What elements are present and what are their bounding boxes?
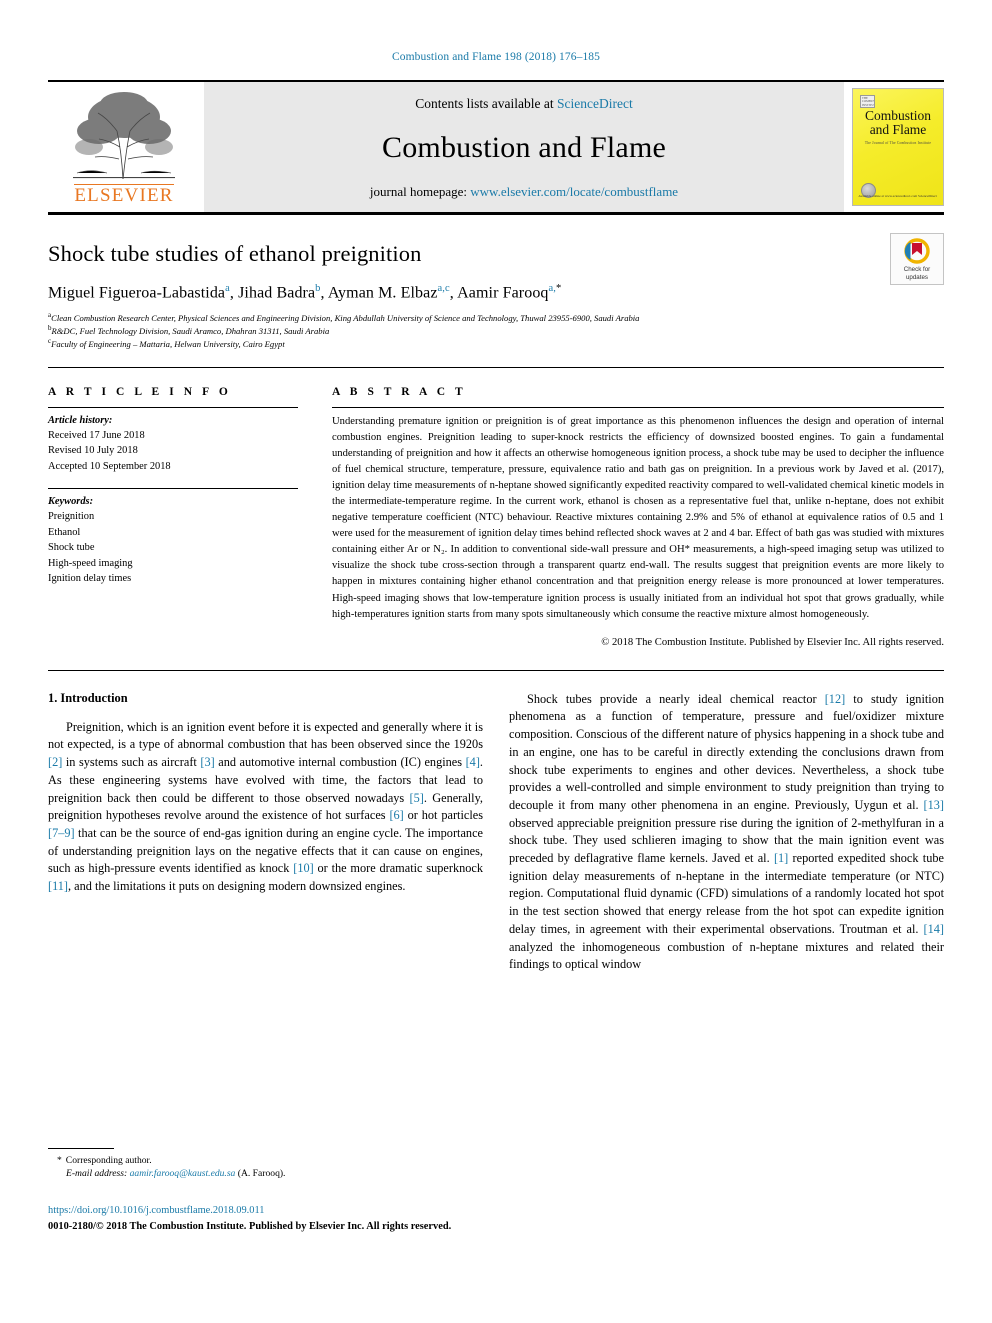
elsevier-tree-icon bbox=[73, 92, 175, 180]
citation-reference[interactable]: [10] bbox=[293, 861, 314, 875]
author-affiliation-mark: b bbox=[315, 283, 321, 294]
footnote-star-icon: * bbox=[57, 1155, 62, 1166]
body-column-left: 1. Introduction Preignition, which is an… bbox=[48, 691, 483, 974]
article-info-column: A R T I C L E I N F O Article history: R… bbox=[48, 386, 298, 648]
author-name: Ayman M. Elbaz bbox=[327, 284, 438, 302]
author-affiliation-mark: a bbox=[225, 283, 230, 294]
affiliation-mark: b bbox=[48, 324, 52, 333]
doi-link[interactable]: https://doi.org/10.1016/j.combustflame.2… bbox=[48, 1203, 528, 1219]
affiliation-mark: c bbox=[48, 337, 52, 346]
corresponding-author-mark: * bbox=[556, 283, 562, 294]
page-title: Shock tube studies of ethanol preignitio… bbox=[48, 241, 422, 266]
issn-copyright-line: 0010-2180/© 2018 The Combustion Institut… bbox=[48, 1220, 452, 1232]
affiliation-mark: a bbox=[48, 311, 52, 320]
homepage-prefix: journal homepage: bbox=[369, 184, 468, 199]
contents-line: Contents lists available at ScienceDirec… bbox=[415, 96, 632, 112]
crossmark-label-line1: Check for bbox=[903, 266, 931, 273]
article-history-items: Received 17 June 2018 Revised 10 July 201… bbox=[48, 428, 298, 474]
citation-reference[interactable]: [1] bbox=[774, 851, 788, 865]
info-abstract-band: A R T I C L E I N F O Article history: R… bbox=[48, 366, 944, 648]
affiliation-item: bR&DC, Fuel Technology Division, Saudi A… bbox=[48, 324, 330, 337]
running-head: Combustion and Flame 198 (2018) 176–185 bbox=[391, 51, 600, 63]
affiliation-item: cFaculty of Engineering – Mattaria, Helw… bbox=[48, 337, 285, 350]
citation-reference[interactable]: [6] bbox=[389, 808, 403, 822]
paper-page: Combustion and Flame 198 (2018) 176–185 bbox=[0, 0, 992, 1323]
abstract-text: Understanding premature ignition or prei… bbox=[332, 415, 944, 620]
elsevier-wordmark: ELSEVIER bbox=[74, 184, 174, 206]
citation-reference[interactable]: [4] bbox=[466, 755, 480, 769]
email-label: E-mail address: bbox=[66, 1168, 128, 1180]
keyword-item: Shock tube bbox=[48, 542, 95, 554]
body-column-right: Shock tubes provide a nearly ideal chemi… bbox=[509, 691, 944, 974]
citation-reference[interactable]: [7–9] bbox=[48, 826, 75, 840]
journal-cover-thumbnail: THE COMBUSTION INSTITUTE Combustion and … bbox=[852, 88, 944, 206]
crossmark-badge[interactable]: Check for updates bbox=[890, 233, 944, 285]
citation-reference[interactable]: [12] bbox=[825, 692, 846, 706]
footnote-rule bbox=[48, 1148, 114, 1149]
keyword-item: Ethanol bbox=[48, 526, 81, 538]
citation-reference[interactable]: [11] bbox=[48, 879, 68, 893]
article-info-heading: A R T I C L E I N F O bbox=[48, 385, 232, 398]
author-list: Miguel Figueroa-Labastida a, Jihad Badrab… bbox=[48, 283, 562, 302]
journal-title: Combustion and Flame bbox=[382, 131, 666, 164]
cover-footer-text: Available online at www.sciencedirect.co… bbox=[858, 193, 937, 198]
masthead-banner: Contents lists available at ScienceDirec… bbox=[204, 82, 844, 212]
author-name: Aamir Farooq bbox=[457, 284, 549, 302]
affiliation-list: aClean Combustion Research Center, Physi… bbox=[48, 311, 944, 350]
body-band: 1. Introduction Preignition, which is an… bbox=[48, 669, 944, 974]
sciencedirect-link[interactable]: ScienceDirect bbox=[557, 96, 633, 111]
citation-reference[interactable]: [2] bbox=[48, 755, 62, 769]
doi-block: https://doi.org/10.1016/j.combustflame.2… bbox=[48, 1203, 528, 1234]
author-name: Miguel Figueroa-Labastida bbox=[48, 284, 226, 302]
email-suffix: (A. Farooq). bbox=[237, 1168, 286, 1180]
title-band: Shock tube studies of ethanol preignitio… bbox=[48, 212, 944, 351]
keywords-block: Keywords: Preignition Ethanol Shock tube Hi… bbox=[48, 489, 298, 586]
corresponding-author-note: * Corresponding author. bbox=[48, 1154, 468, 1168]
keyword-item: Preignition bbox=[48, 511, 95, 523]
email-link[interactable]: aamir.farooq@kaust.edu.sa bbox=[130, 1168, 236, 1179]
corresponding-author-text: Corresponding author. bbox=[65, 1155, 152, 1166]
cover-subtitle: The Journal of The Combustion Institute bbox=[864, 141, 932, 145]
footnote-block: * Corresponding author. E-mail address: a… bbox=[48, 1148, 468, 1179]
citation-reference[interactable]: [3] bbox=[200, 755, 214, 769]
author-name: Jihad Badra bbox=[238, 284, 316, 302]
homepage-line: journal homepage: www.elsevier.com/locat… bbox=[370, 184, 678, 200]
abstract-copyright: © 2018 The Combustion Institute. Publish… bbox=[601, 636, 944, 648]
author-affiliation-mark: a, bbox=[548, 283, 557, 294]
article-history-item: Accepted 10 September 2018 bbox=[48, 460, 171, 472]
keyword-item: Ignition delay times bbox=[48, 573, 132, 585]
citation-reference[interactable]: [5] bbox=[410, 791, 424, 805]
keyword-items: Preignition Ethanol Shock tube High-speed i… bbox=[48, 509, 298, 586]
cover-title-line2: and Flame bbox=[869, 122, 927, 138]
journal-masthead: ELSEVIER Contents lists available at Sci… bbox=[48, 80, 944, 212]
crossmark-label: Check for updates bbox=[904, 266, 930, 282]
citation-reference[interactable]: [13] bbox=[924, 798, 945, 812]
article-history: Article history: Received 17 June 2018 Re… bbox=[48, 408, 298, 475]
cover-title: Combustion and Flame bbox=[853, 108, 943, 138]
email-note: E-mail address: aamir.farooq@kaust.edu.s… bbox=[48, 1168, 468, 1179]
check-for-updates-icon bbox=[904, 238, 930, 264]
affiliation-item: aClean Combustion Research Center, Physi… bbox=[48, 311, 640, 324]
elsevier-logo: ELSEVIER bbox=[48, 82, 200, 212]
homepage-link[interactable]: www.elsevier.com/locate/combustflame bbox=[470, 184, 678, 199]
intro-paragraph-right: Shock tubes provide a nearly ideal chemi… bbox=[509, 691, 945, 972]
citation-reference[interactable]: [14] bbox=[924, 922, 945, 936]
keywords-label: Keywords: bbox=[48, 496, 94, 508]
abstract-column: A B S T R A C T Understanding premature … bbox=[332, 386, 944, 648]
intro-paragraph-left: Preignition, which is an ignition event … bbox=[48, 719, 483, 894]
contents-prefix: Contents lists available at bbox=[415, 96, 554, 111]
cover-title-line1: Combustion bbox=[864, 108, 931, 123]
section-heading-introduction: 1. Introduction bbox=[48, 690, 128, 705]
combustion-institute-badge-icon: THE COMBUSTION INSTITUTE bbox=[860, 95, 875, 108]
article-history-item: Revised 10 July 2018 bbox=[48, 445, 138, 457]
article-history-label: Article history: bbox=[48, 414, 113, 426]
article-history-item: Received 17 June 2018 bbox=[48, 429, 145, 441]
author-affiliation-mark: a,c bbox=[437, 283, 450, 294]
crossmark-label-line2: updates bbox=[905, 273, 928, 281]
abstract-heading: A B S T R A C T bbox=[332, 385, 467, 398]
keyword-item: High-speed imaging bbox=[48, 557, 133, 569]
